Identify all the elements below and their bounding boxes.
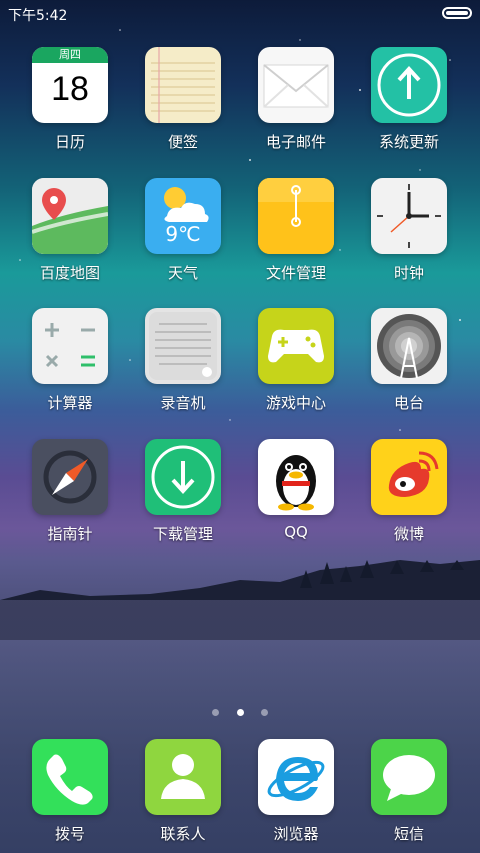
app-notes[interactable]: 便签 — [128, 47, 238, 152]
app-calendar[interactable]: 周四 18 日历 — [15, 47, 125, 152]
folder-icon — [258, 178, 334, 254]
battery-icon — [442, 7, 472, 19]
page-dot-active[interactable] — [236, 709, 244, 716]
recorder-icon — [145, 308, 221, 384]
app-label: 拨号 — [54, 825, 85, 843]
qq-penguin-icon — [258, 439, 334, 515]
app-label: 短信 — [393, 825, 424, 843]
app-label: 文件管理 — [265, 264, 326, 282]
app-label: 微博 — [393, 525, 424, 543]
app-compass[interactable]: 指南针 — [15, 439, 125, 544]
page-dot[interactable] — [260, 709, 268, 716]
app-label: 浏览器 — [273, 825, 319, 843]
download-icon — [145, 439, 221, 515]
app-system-update[interactable]: 系统更新 — [354, 47, 464, 152]
weather-icon: 9℃ — [145, 178, 221, 254]
app-weibo[interactable]: 微博 — [354, 439, 464, 544]
app-weather[interactable]: 9℃ 天气 — [128, 178, 238, 283]
radio-icon — [371, 308, 447, 384]
app-qq[interactable]: QQ — [241, 439, 351, 541]
dock-phone[interactable]: 拨号 — [15, 739, 125, 844]
app-calculator[interactable]: 计算器 — [15, 308, 125, 413]
notes-icon — [145, 47, 221, 123]
app-download-manager[interactable]: 下载管理 — [128, 439, 238, 544]
weibo-icon — [371, 439, 447, 515]
app-label: 日历 — [54, 133, 85, 151]
dock-browser[interactable]: 浏览器 — [241, 739, 351, 844]
app-recorder[interactable]: 录音机 — [128, 308, 238, 413]
compass-icon — [32, 439, 108, 515]
clock-icon — [371, 178, 447, 254]
app-label: 游戏中心 — [265, 394, 326, 412]
browser-icon — [258, 739, 334, 815]
app-label: 系统更新 — [378, 133, 439, 151]
app-game-center[interactable]: 游戏中心 — [241, 308, 351, 413]
dock-contacts[interactable]: 联系人 — [128, 739, 238, 844]
dock-sms[interactable]: 短信 — [354, 739, 464, 844]
calendar-day: 18 — [51, 70, 89, 108]
app-label: 时钟 — [393, 264, 424, 282]
app-baidu-map[interactable]: 百度地图 — [15, 178, 125, 283]
status-bar: 下午5:42 — [0, 0, 480, 28]
app-label: 录音机 — [160, 394, 206, 412]
app-label: 计算器 — [47, 394, 93, 412]
app-label: QQ — [284, 523, 308, 541]
phone-icon — [32, 739, 108, 815]
system-update-icon — [371, 47, 447, 123]
app-label: 百度地图 — [39, 264, 100, 282]
app-label: 电台 — [393, 394, 424, 412]
map-icon — [32, 178, 108, 254]
sms-icon — [371, 739, 447, 815]
calculator-icon — [32, 308, 108, 384]
app-file-manager[interactable]: 文件管理 — [241, 178, 351, 283]
email-icon — [258, 47, 334, 123]
calendar-weekday: 周四 — [32, 47, 108, 63]
app-label: 便签 — [167, 133, 198, 151]
app-radio[interactable]: 电台 — [354, 308, 464, 413]
app-label: 电子邮件 — [265, 133, 326, 151]
gamepad-icon — [258, 308, 334, 384]
contacts-icon — [145, 739, 221, 815]
app-label: 下载管理 — [152, 525, 213, 543]
app-label: 指南针 — [47, 525, 93, 543]
app-label: 天气 — [167, 264, 198, 282]
page-indicator[interactable] — [0, 701, 480, 716]
app-clock[interactable]: 时钟 — [354, 178, 464, 283]
calendar-icon: 周四 18 — [32, 47, 108, 123]
app-label: 联系人 — [160, 825, 206, 843]
app-email[interactable]: 电子邮件 — [241, 47, 351, 152]
status-time: 下午5:42 — [8, 8, 68, 24]
weather-temperature: 9℃ — [165, 222, 201, 246]
